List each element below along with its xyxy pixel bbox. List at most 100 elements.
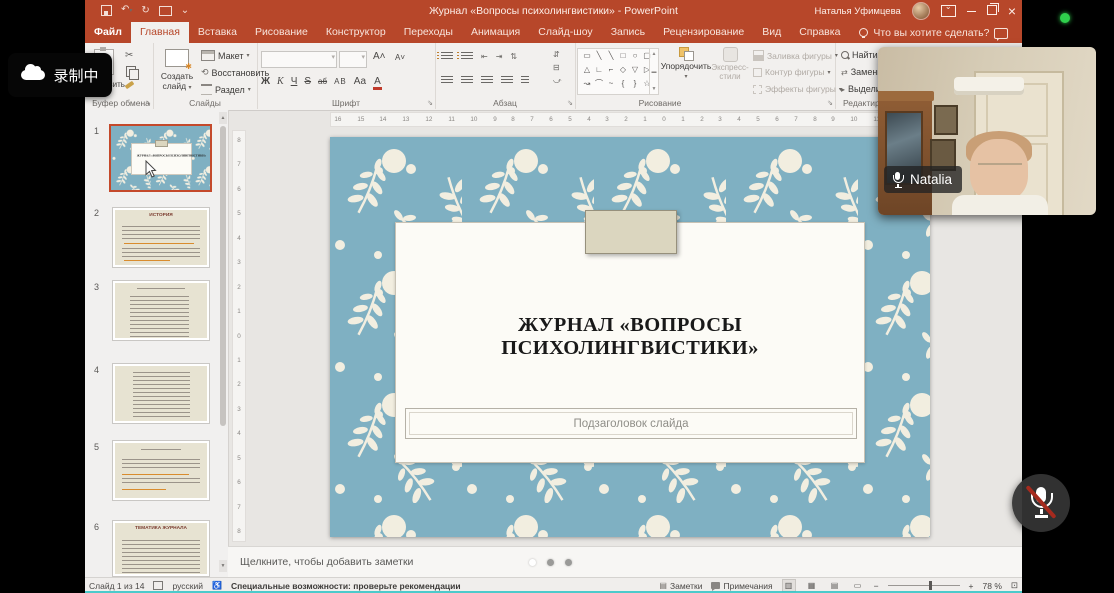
- thumbnail-slide-1-selected[interactable]: ЖУРНАЛ «ВОПРОСЫ ПСИХОЛИНГВИСТИКИ»: [109, 124, 212, 192]
- ribbon-tab[interactable]: Слайд-шоу: [529, 22, 601, 43]
- overlay-page-dots[interactable]: [529, 559, 572, 566]
- text-direction-icon[interactable]: ⇵: [553, 50, 562, 59]
- shape-icon[interactable]: ◇: [617, 63, 629, 77]
- shapes-gallery-scroll[interactable]: ▲▬▼: [649, 49, 658, 94]
- align-left-icon[interactable]: [441, 76, 453, 85]
- font-style-button[interactable]: К: [277, 76, 284, 87]
- thumbnail-slide-2[interactable]: ИСТОРИЯ: [112, 207, 210, 268]
- microphone-muted-button[interactable]: [1012, 474, 1070, 532]
- scroll-down-icon[interactable]: ▼: [219, 560, 227, 572]
- comment-icon[interactable]: [994, 28, 1008, 39]
- thumbnail-slide-6[interactable]: ТЕМАТИКА ЖУРНАЛА: [112, 520, 210, 577]
- shrink-font-icon[interactable]: А˅: [395, 53, 405, 62]
- font-style-button[interactable]: аб: [318, 77, 327, 86]
- shape-icon[interactable]: ∟: [593, 63, 605, 77]
- ribbon-tab[interactable]: Конструктор: [317, 22, 395, 43]
- ribbon-tab[interactable]: Рисование: [246, 22, 317, 43]
- shape-icon[interactable]: }: [629, 77, 641, 91]
- font-size-combobox[interactable]: [339, 51, 367, 68]
- tab-home-active[interactable]: Главная: [131, 22, 189, 43]
- ribbon-tab[interactable]: Вид: [753, 22, 790, 43]
- find-button[interactable]: Найти: [841, 50, 878, 60]
- align-center-icon[interactable]: [461, 76, 473, 85]
- ribbon-tab[interactable]: Анимация: [462, 22, 529, 43]
- increase-indent-icon[interactable]: ⇥: [496, 52, 503, 61]
- display-settings-icon[interactable]: [153, 581, 163, 590]
- layout-button[interactable]: Макет▾: [201, 50, 250, 61]
- account-user-name[interactable]: Наталья Уфимцева: [815, 6, 901, 17]
- minimize-button[interactable]: [967, 0, 976, 22]
- comments-toggle[interactable]: Примечания: [711, 581, 772, 591]
- shape-icon[interactable]: ⌐: [605, 63, 617, 77]
- avatar[interactable]: [912, 2, 930, 20]
- slide-canvas[interactable]: ЖУРНАЛ «ВОПРОСЫ ПСИХОЛИНГВИСТИКИ» Подзаг…: [330, 137, 930, 537]
- font-name-combobox[interactable]: [261, 51, 337, 68]
- shape-icon[interactable]: ╲: [605, 49, 617, 63]
- shape-icon[interactable]: ▽: [629, 63, 641, 77]
- zoom-out-icon[interactable]: −: [874, 581, 879, 591]
- shape-fill-button[interactable]: Заливка фигуры▾: [753, 50, 838, 61]
- shape-icon[interactable]: ↝: [581, 77, 593, 91]
- paragraph-dialog-launcher[interactable]: ⇘: [567, 99, 573, 107]
- font-style-button[interactable]: S: [304, 76, 311, 87]
- thumbnail-slide-5[interactable]: [112, 440, 210, 501]
- language-indicator[interactable]: русский: [172, 581, 203, 591]
- tab-file[interactable]: Файл: [85, 22, 131, 43]
- align-right-icon[interactable]: [481, 76, 493, 85]
- ribbon-tab[interactable]: Справка: [790, 22, 849, 43]
- shape-icon[interactable]: {: [617, 77, 629, 91]
- shapes-gallery[interactable]: ▭╲╲□○▢ △∟⌐◇▽▷ ↝⌒~{}☆ ▲▬▼: [577, 48, 659, 95]
- numbering-icon[interactable]: [461, 52, 473, 61]
- zoom-in-icon[interactable]: +: [969, 581, 974, 591]
- ribbon-tab[interactable]: Переходы: [395, 22, 462, 43]
- grow-font-icon[interactable]: А˄: [373, 51, 386, 62]
- subtitle-placeholder[interactable]: Подзаголовок слайда: [405, 408, 857, 439]
- ribbon-tab[interactable]: Вставка: [189, 22, 246, 43]
- format-painter-icon[interactable]: [125, 81, 135, 89]
- thumbnail-slide-4[interactable]: [112, 363, 210, 424]
- font-style-button[interactable]: Аа: [354, 76, 366, 87]
- close-button[interactable]: ×: [1008, 0, 1016, 22]
- clipboard-dialog-launcher[interactable]: ⇘: [145, 99, 151, 107]
- shape-icon[interactable]: ~: [605, 77, 617, 91]
- columns-icon[interactable]: [521, 76, 529, 85]
- zoom-slider-thumb[interactable]: [929, 581, 932, 590]
- ribbon-display-options-icon[interactable]: [941, 5, 956, 17]
- align-text-icon[interactable]: ⊟: [553, 63, 562, 72]
- justify-icon[interactable]: [501, 76, 513, 85]
- arrange-button[interactable]: Упорядочить▾: [663, 47, 709, 80]
- thumbnail-scrollbar[interactable]: ▲ ▼: [219, 112, 227, 574]
- restore-button[interactable]: [987, 0, 997, 22]
- shape-icon[interactable]: ○: [629, 49, 641, 63]
- ribbon-tab[interactable]: Рецензирование: [654, 22, 753, 43]
- slide-decor-tab[interactable]: [585, 210, 677, 254]
- quick-styles-button[interactable]: Экспресс-стили: [711, 47, 749, 82]
- notes-toggle[interactable]: ▤ Заметки: [659, 581, 702, 591]
- zoom-slider[interactable]: [888, 585, 960, 586]
- section-button[interactable]: Раздел▾: [201, 84, 251, 95]
- new-slide-button[interactable]: Создать слайд ▾: [156, 49, 198, 92]
- shape-icon[interactable]: ▭: [581, 49, 593, 63]
- drawing-dialog-launcher[interactable]: ⇘: [827, 99, 833, 107]
- slide-title[interactable]: ЖУРНАЛ «ВОПРОСЫ ПСИХОЛИНГВИСТИКИ»: [400, 315, 860, 359]
- scroll-up-icon[interactable]: ▲: [219, 112, 227, 124]
- tell-me-assistant[interactable]: Что вы хотите сделать?: [859, 22, 989, 43]
- scrollbar-thumb[interactable]: [220, 126, 226, 426]
- thumbnail-slide-3[interactable]: [112, 280, 210, 341]
- notes-pane[interactable]: Щелкните, чтобы добавить заметки: [228, 546, 1022, 577]
- accessibility-checker[interactable]: Специальные возможности: проверьте реком…: [231, 581, 461, 591]
- webcam-tile[interactable]: Natalia: [878, 47, 1096, 215]
- bullets-icon[interactable]: [441, 52, 453, 61]
- decrease-indent-icon[interactable]: ⇤: [481, 52, 488, 61]
- shape-icon[interactable]: □: [617, 49, 629, 63]
- font-style-button[interactable]: Ч: [291, 76, 298, 87]
- font-dialog-launcher[interactable]: ⇘: [427, 99, 433, 107]
- shape-icon[interactable]: ╲: [593, 49, 605, 63]
- zoom-level[interactable]: 78 %: [983, 581, 1002, 591]
- copy-icon[interactable]: [126, 66, 136, 77]
- cut-icon[interactable]: ✂: [125, 50, 133, 61]
- shape-icon[interactable]: △: [581, 63, 593, 77]
- font-style-button[interactable]: Ж: [261, 76, 270, 87]
- shape-outline-button[interactable]: Контур фигуры▾: [753, 67, 830, 77]
- font-style-button[interactable]: АВ: [334, 77, 347, 86]
